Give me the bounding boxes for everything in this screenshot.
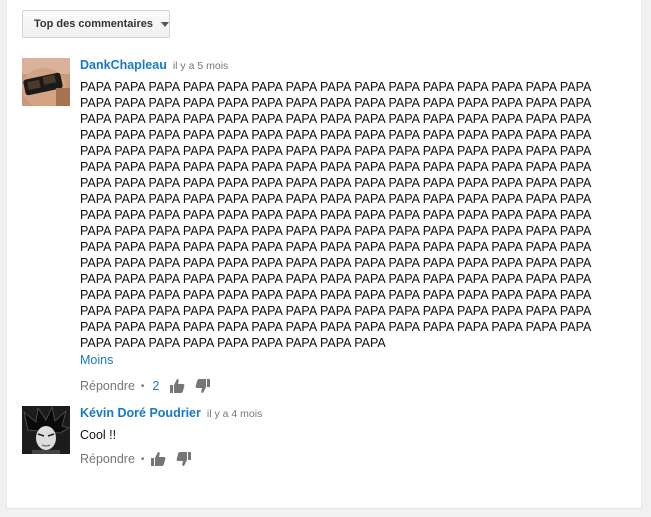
reply-button[interactable]: Répondre xyxy=(80,452,135,466)
comment-text: Cool !! xyxy=(80,428,117,442)
reply-button[interactable]: Répondre xyxy=(80,379,135,393)
comment-time[interactable]: il y a 4 mois xyxy=(207,408,262,420)
comment-body: Kévin Doré Poudrier il y a 4 mois Cool !… xyxy=(80,406,605,467)
comments-section: Top des commentaires DankChapleau il y a… xyxy=(6,0,642,509)
like-count: 2 xyxy=(152,379,160,393)
comment-text: PAPA PAPA PAPA PAPA PAPA PAPA PAPA PAPA … xyxy=(80,80,591,350)
show-less-link[interactable]: Moins xyxy=(80,353,113,367)
separator: • xyxy=(140,453,145,465)
thumb-down-icon[interactable] xyxy=(195,378,211,394)
thumb-down-icon[interactable] xyxy=(176,451,192,467)
comment-actions: Répondre • 2 xyxy=(80,378,605,394)
separator: • xyxy=(140,380,145,392)
comment-time[interactable]: il y a 5 mois xyxy=(173,60,228,72)
thumb-up-icon[interactable] xyxy=(150,451,166,467)
avatar[interactable] xyxy=(22,406,70,454)
avatar[interactable] xyxy=(22,58,70,106)
sort-comments-button[interactable]: Top des commentaires xyxy=(22,10,170,38)
comment-author[interactable]: Kévin Doré Poudrier xyxy=(80,406,201,420)
caret-down-icon xyxy=(161,21,169,27)
sort-label: Top des commentaires xyxy=(34,18,153,30)
thumb-up-icon[interactable] xyxy=(169,378,185,394)
comment-actions: Répondre • xyxy=(80,451,605,467)
comment-author[interactable]: DankChapleau xyxy=(80,58,167,72)
comment-body: DankChapleau il y a 5 mois PAPA PAPA PAP… xyxy=(80,58,605,394)
